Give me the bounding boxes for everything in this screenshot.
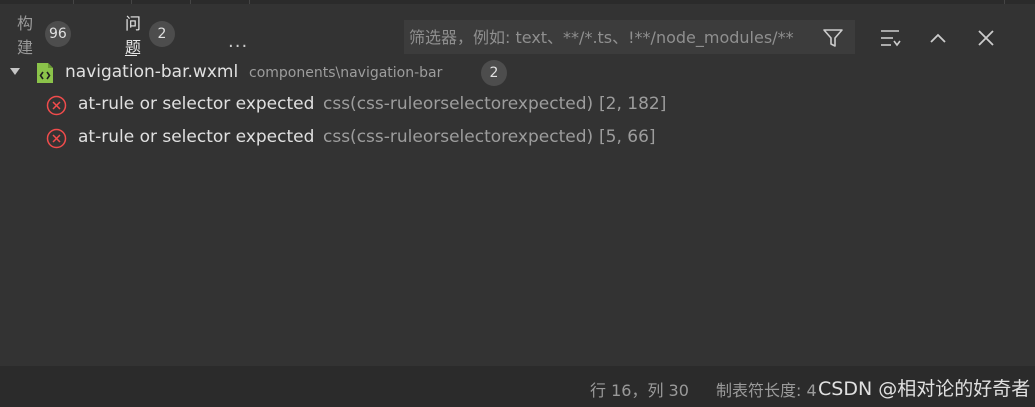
file-problem-count: 2	[481, 60, 507, 86]
tab-problems[interactable]: 问题 2	[125, 14, 176, 57]
chevron-up-icon[interactable]	[927, 27, 949, 49]
filter-icon[interactable]	[822, 27, 844, 49]
filter-input[interactable]	[409, 21, 809, 53]
file-name: navigation-bar.wxml	[65, 62, 239, 82]
problem-message: at-rule or selector expected	[78, 127, 315, 147]
close-icon[interactable]	[975, 27, 997, 49]
problem-position: [2, 182]	[599, 94, 667, 114]
problem-position: [5, 66]	[599, 127, 656, 147]
error-circle-icon	[46, 95, 67, 116]
divider	[73, 0, 74, 4]
problem-source: css(css-ruleorselectorexpected)	[323, 127, 594, 147]
tab-build-label: 构建	[17, 14, 34, 57]
tab-problems-label: 问题	[125, 14, 142, 57]
filter-box	[404, 20, 855, 54]
problem-item[interactable]: at-rule or selector expected css(css-rul…	[0, 123, 680, 153]
tab-size[interactable]: 制表符长度: 4	[716, 377, 817, 401]
divider	[249, 0, 250, 4]
tab-problems-badge: 2	[149, 21, 176, 47]
problem-message: at-rule or selector expected	[78, 94, 315, 114]
tab-build-badge: 96	[44, 21, 71, 47]
cursor-position[interactable]: 行 16，列 30	[590, 377, 689, 401]
wxml-file-icon	[37, 63, 53, 83]
top-border	[0, 0, 1035, 4]
problem-item[interactable]: at-rule or selector expected css(css-rul…	[0, 90, 680, 120]
more-actions-button[interactable]: ···	[228, 36, 248, 57]
status-bar: 行 16，列 30 制表符长度: 4 CSDN @相对论的好奇者	[0, 366, 1035, 407]
collapse-all-icon[interactable]	[879, 27, 901, 49]
watermark: CSDN @相对论的好奇者	[818, 378, 1031, 400]
divider	[131, 0, 132, 4]
problem-file-row[interactable]: navigation-bar.wxml components\navigatio…	[0, 58, 520, 88]
divider	[190, 0, 191, 4]
problem-source: css(css-ruleorselectorexpected)	[323, 94, 594, 114]
chevron-down-icon[interactable]	[10, 68, 20, 75]
error-circle-icon	[46, 128, 67, 149]
divider	[1004, 0, 1005, 4]
file-path: components\navigation-bar	[249, 65, 443, 81]
tab-build[interactable]: 构建 96	[17, 14, 71, 57]
